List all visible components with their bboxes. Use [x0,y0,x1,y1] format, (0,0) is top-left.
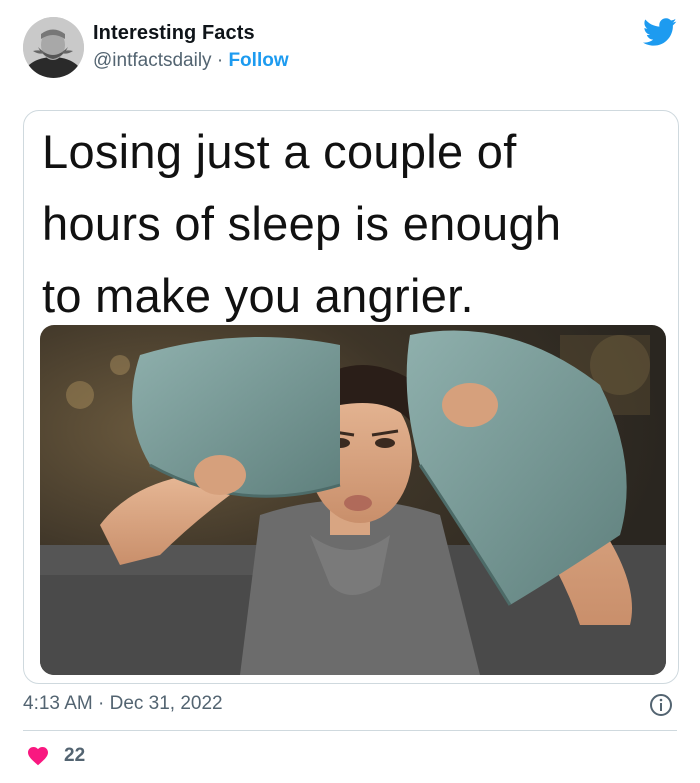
follow-button[interactable]: Follow [228,50,288,71]
media-photo[interactable] [40,325,666,675]
tweet-timestamp[interactable]: 4:13 AM · Dec 31, 2022 [23,693,223,715]
media-caption: Losing just a couple of hours of sleep i… [42,125,562,322]
footer-divider [23,730,677,731]
info-icon[interactable] [649,693,673,717]
tweet-card: Interesting Facts @intfactsdaily · Follo… [0,0,700,783]
handle-separator: · [216,50,224,71]
author-name[interactable]: Interesting Facts [93,22,255,45]
like-count[interactable]: 22 [64,745,85,767]
author-handle-row: @intfactsdaily · Follow [93,50,289,72]
tweet-media[interactable]: Losing just a couple of hours of sleep i… [23,110,679,684]
author-handle[interactable]: @intfactsdaily [93,50,212,71]
heart-icon[interactable] [26,744,50,766]
author-avatar[interactable] [23,17,84,78]
twitter-logo-icon[interactable] [643,18,677,48]
